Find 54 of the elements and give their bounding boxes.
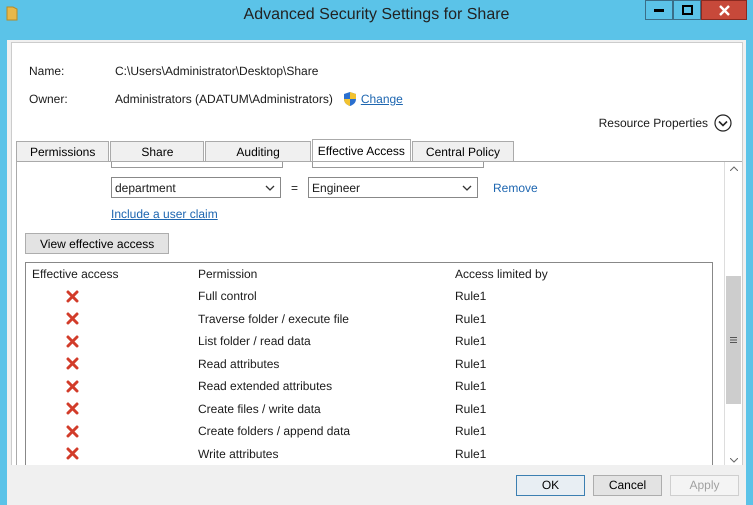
limited-by-cell: Rule1 (455, 334, 486, 348)
operator-label: = (291, 180, 298, 194)
name-label: Name: (29, 64, 66, 78)
owner-label: Owner: (29, 92, 69, 106)
permission-cell-text: Read attributes (198, 356, 280, 371)
chevron-down-icon (265, 184, 275, 190)
tab[interactable]: Effective Access (312, 139, 411, 161)
limited-by-cell: Rule1 (455, 402, 486, 416)
expand-chevron-icon[interactable] (714, 114, 732, 132)
permission-cell-text: Write attributes (198, 446, 280, 461)
shield-icon (342, 91, 357, 107)
limited-by-cell: Rule1 (455, 446, 486, 461)
permission-cell-text: Traverse folder / execute file (198, 312, 350, 326)
value-dropdown[interactable]: Engineer (308, 177, 478, 198)
limited-by-cell: Rule1 (455, 379, 486, 394)
include-claim-link[interactable]: Include a user claim (111, 207, 218, 221)
attribute-dropdown[interactable]: department (111, 177, 281, 198)
chevron-down-icon (462, 184, 472, 190)
folder-icon (6, 5, 18, 21)
maximize-icon (682, 5, 692, 15)
limited-by-cell: Rule1 (455, 289, 486, 304)
minimize-icon (654, 8, 664, 12)
dialog-button[interactable]: OK (516, 474, 585, 496)
close-icon (718, 4, 730, 16)
column-header[interactable]: Permission (198, 267, 455, 281)
name-value: C:\Users\Administrator\Desktop\Share (115, 64, 318, 78)
permission-cell-text: List folder / read data (198, 334, 312, 348)
permission-cell-text: Create folders / append data (198, 424, 352, 438)
scroll-up-icon[interactable] (730, 166, 738, 171)
dialog-button[interactable]: Cancel (593, 474, 662, 496)
tab[interactable]: Auditing (205, 141, 311, 161)
maximize-button[interactable] (673, 0, 701, 20)
minimize-button[interactable] (645, 0, 673, 20)
permission-cell-text: Read extended attributes (198, 379, 334, 394)
limited-by-cell: Rule1 (455, 356, 486, 371)
window-title: Advanced Security Settings for Share (242, 6, 510, 24)
permission-cell-text: Full control (198, 289, 258, 304)
permission-cell-text: Create files / write data (198, 402, 322, 416)
tab[interactable]: Permissions (16, 141, 110, 161)
resource-properties-label: Resource Properties (598, 116, 708, 130)
change-link[interactable]: Change (360, 92, 403, 106)
column-header[interactable]: Effective access (26, 267, 198, 281)
grip-icon (730, 337, 737, 343)
close-button[interactable] (701, 0, 747, 20)
view-effective-access-button[interactable]: View effective access (25, 233, 170, 254)
column-header[interactable]: Access limited by (455, 267, 548, 281)
tab[interactable]: Share (110, 141, 204, 161)
owner-value: Administrators (ADATUM\Administrators) (115, 92, 333, 106)
tab[interactable]: Central Policy (412, 141, 514, 161)
limited-by-cell: Rule1 (455, 424, 486, 438)
limited-by-cell: Rule1 (455, 312, 486, 326)
scrollbar[interactable] (724, 162, 742, 465)
remove-link[interactable]: Remove (493, 180, 538, 194)
scroll-down-icon[interactable] (730, 458, 738, 463)
